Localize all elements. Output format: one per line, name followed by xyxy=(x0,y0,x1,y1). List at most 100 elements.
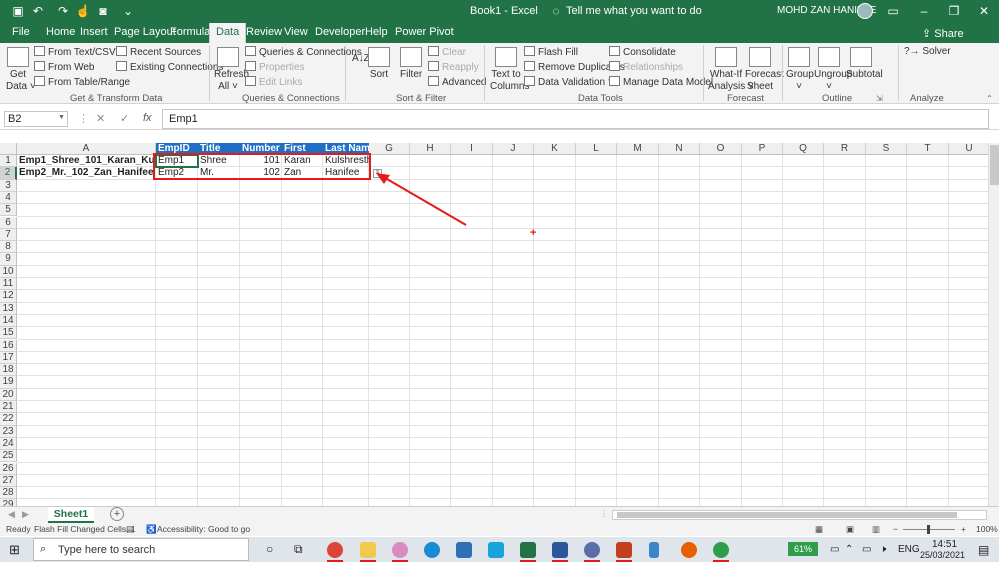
row-header-7[interactable]: 7 xyxy=(0,228,17,242)
row-header-13[interactable]: 13 xyxy=(0,302,17,315)
row-header-10[interactable]: 10 xyxy=(0,265,17,278)
firefox-icon[interactable] xyxy=(681,542,697,558)
phone-icon[interactable] xyxy=(649,542,659,558)
teams-icon[interactable] xyxy=(584,542,600,558)
tab-file[interactable]: File xyxy=(12,26,30,38)
edit-links-button[interactable]: Edit Links xyxy=(245,76,302,89)
macro-record-icon[interactable]: ▤ xyxy=(126,523,134,536)
status-accessibility[interactable]: Accessibility: Good to go xyxy=(157,523,250,536)
refresh-all-button[interactable]: Refresh All ˅ xyxy=(214,47,249,93)
lync-icon[interactable] xyxy=(488,542,504,558)
reapply-button[interactable]: Reapply xyxy=(428,61,479,74)
word-icon[interactable] xyxy=(552,542,568,558)
select-all-corner[interactable] xyxy=(0,143,17,155)
windows-start-icon[interactable]: ⊞ xyxy=(9,542,20,558)
row-header-2[interactable]: 2 xyxy=(0,167,17,180)
row-header-9[interactable]: 9 xyxy=(0,253,17,266)
tell-me-search[interactable]: Tell me what you want to do xyxy=(566,5,702,17)
clear-button[interactable]: Clear xyxy=(428,46,466,59)
row-header-15[interactable]: 15 xyxy=(0,327,17,340)
network-icon[interactable]: ▭ xyxy=(862,544,871,555)
relationships-button[interactable]: Relationships xyxy=(609,61,683,74)
row-header-27[interactable]: 27 xyxy=(0,474,17,488)
customize-toolbar-icon[interactable]: ⌄ xyxy=(120,4,136,19)
cell-a3[interactable]: Emp2_Mr._102_Zan_Hanifee xyxy=(17,167,156,179)
text-to-columns-button[interactable]: Text to Columns xyxy=(490,47,529,93)
row-header-16[interactable]: 16 xyxy=(0,339,17,352)
mail-icon[interactable] xyxy=(456,542,472,558)
row-header-5[interactable]: 5 xyxy=(0,204,17,217)
row-header-21[interactable]: 21 xyxy=(0,401,17,414)
save-icon[interactable]: ▣ xyxy=(10,4,26,19)
cell-a2[interactable]: Emp1_Shree_101_Karan_Kulshrestha xyxy=(17,155,156,167)
edge-icon[interactable] xyxy=(424,542,440,558)
solver-button[interactable]: ?→ Solver xyxy=(904,46,951,58)
close-button[interactable]: ✕ xyxy=(969,0,999,23)
collapse-ribbon-icon[interactable]: ⌃ xyxy=(986,93,993,105)
accessibility-icon[interactable]: ♿ xyxy=(146,523,157,536)
worksheet-grid[interactable]: ABCDEFGHIJKLMNOPQRSTU 123456789101112131… xyxy=(0,131,999,512)
row-header-12[interactable]: 12 xyxy=(0,290,17,303)
tab-power-pivot[interactable]: Power Pivot xyxy=(395,26,454,38)
column-header-u[interactable]: U xyxy=(949,143,990,155)
tab-insert[interactable]: Insert xyxy=(80,26,108,38)
row-header-20[interactable]: 20 xyxy=(0,388,17,401)
manage-data-model-button[interactable]: Manage Data Model xyxy=(609,76,713,89)
column-header-a[interactable]: A xyxy=(17,143,156,155)
column-header-s[interactable]: S xyxy=(866,143,907,155)
sheet-tab-sheet1[interactable]: Sheet1 xyxy=(48,507,94,523)
chrome-icon[interactable] xyxy=(327,542,343,558)
horizontal-scrollbar[interactable] xyxy=(612,510,987,520)
column-header-j[interactable]: J xyxy=(493,143,534,155)
column-header-n[interactable]: N xyxy=(659,143,700,155)
hscroll-thumb[interactable] xyxy=(617,512,957,518)
ribbon-display-options-icon[interactable]: ▭ xyxy=(885,4,901,19)
from-table-button[interactable]: From Table/Range xyxy=(34,76,130,89)
recent-sources-button[interactable]: Recent Sources xyxy=(116,46,201,59)
scroll-thumb[interactable] xyxy=(990,145,999,185)
column-header-r[interactable]: R xyxy=(824,143,866,155)
row-header-11[interactable]: 11 xyxy=(0,278,17,291)
row-header-23[interactable]: 23 xyxy=(0,425,17,438)
column-header-h[interactable]: H xyxy=(410,143,451,155)
get-data-button[interactable]: Get Data ˅ xyxy=(6,47,36,93)
what-if-analysis-button[interactable]: What-If Analysis ˅ xyxy=(708,47,754,93)
consolidate-button[interactable]: Consolidate xyxy=(609,46,676,59)
prev-sheet-icon[interactable]: ◀ xyxy=(8,509,15,520)
existing-connections-button[interactable]: Existing Connections xyxy=(116,61,223,74)
row-header-6[interactable]: 6 xyxy=(0,216,17,229)
normal-view-icon[interactable]: ▦ xyxy=(815,523,823,536)
language-indicator[interactable]: ENG xyxy=(898,544,920,555)
row-header-18[interactable]: 18 xyxy=(0,364,17,377)
notifications-icon[interactable]: ▤ xyxy=(978,543,989,557)
page-layout-view-icon[interactable]: ▣ xyxy=(846,523,854,536)
data-validation-button[interactable]: Data Validation ˅ xyxy=(524,76,614,89)
minimize-button[interactable]: – xyxy=(909,0,939,23)
row-header-4[interactable]: 4 xyxy=(0,191,17,205)
forecast-sheet-button[interactable]: Forecast Sheet xyxy=(745,47,784,93)
row-header-1[interactable]: 1 xyxy=(0,155,17,168)
tab-view[interactable]: View xyxy=(284,26,308,38)
formula-input[interactable]: Emp1 xyxy=(162,109,989,129)
clock-time[interactable]: 14:51 xyxy=(932,539,957,550)
tab-data[interactable]: Data xyxy=(209,23,247,43)
redo-icon[interactable]: ↷ xyxy=(55,4,71,19)
tab-home[interactable]: Home xyxy=(46,26,75,38)
row-header-17[interactable]: 17 xyxy=(0,351,17,365)
column-header-k[interactable]: K xyxy=(534,143,576,155)
show-hidden-icons-icon[interactable]: ⌃ xyxy=(845,544,853,555)
row-header-22[interactable]: 22 xyxy=(0,413,17,426)
column-header-p[interactable]: P xyxy=(742,143,783,155)
whatsapp-icon[interactable] xyxy=(713,542,729,558)
cortana-icon[interactable]: ○ xyxy=(266,542,273,556)
taskbar-search[interactable]: Type here to search xyxy=(33,538,249,561)
avatar[interactable] xyxy=(857,3,873,19)
name-box-dropdown-icon[interactable]: ▼ xyxy=(58,114,65,121)
camera-icon[interactable]: ◙ xyxy=(95,4,111,19)
battery-indicator[interactable]: 61% xyxy=(788,542,818,556)
next-sheet-icon[interactable]: ▶ xyxy=(22,509,29,520)
tab-split-icon[interactable]: ⋮ xyxy=(600,509,608,518)
page-break-view-icon[interactable]: ▥ xyxy=(872,523,880,536)
zoom-out-icon[interactable]: − xyxy=(893,523,898,536)
add-sheet-button[interactable]: + xyxy=(110,507,124,521)
